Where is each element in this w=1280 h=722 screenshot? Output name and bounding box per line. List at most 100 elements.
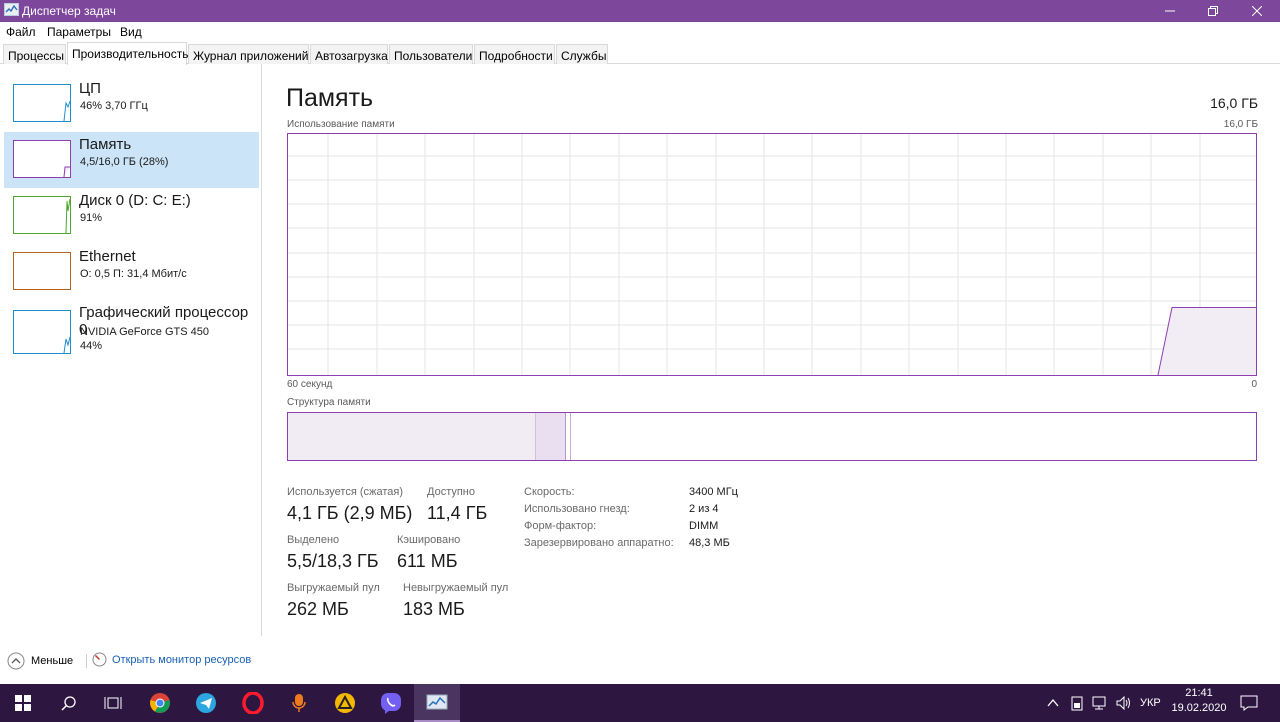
opera-taskbar-button[interactable] [230,684,276,722]
sidebar-item-detail: 91% [80,212,103,224]
fewer-details-label: Меньше [31,655,74,667]
notifications-icon[interactable] [1240,695,1258,711]
composition-in-use [288,413,536,460]
form-factor-value: DIMM [689,520,719,532]
search-button[interactable] [46,684,92,722]
memory-usage-max: 16,0 ГБ [1223,119,1258,130]
usage-area [1158,307,1256,375]
footer-divider [86,654,87,668]
committed-value: 5,5/18,3 ГБ [287,551,379,571]
hardware-reserved-value: 48,3 МБ [689,537,730,549]
sidebar-item-detail: NVIDIA GeForce GTS 450 [80,326,209,338]
tab-app-history[interactable]: Журнал приложений [188,44,309,64]
close-icon [1252,6,1262,16]
sidebar-item-label: Ethernet [79,248,136,265]
memory-usage-chart [288,134,1256,376]
sidebar-item-label: Диск 0 (D: C: E:) [79,192,191,209]
paged-pool-label: Выгружаемый пул [287,582,380,594]
total-memory: 16,0 ГБ [1210,95,1258,111]
tab-details[interactable]: Подробности [474,44,555,64]
menu-file[interactable]: Файл [6,25,36,39]
chevron-up-icon[interactable] [1047,697,1059,709]
task-manager-icon [4,3,19,16]
available-value: 11,4 ГБ [427,503,488,523]
tab-users[interactable]: Пользователи [389,44,473,64]
nonpaged-pool-value: 183 МБ [403,599,465,619]
tab-startup[interactable]: Автозагрузка [310,44,388,64]
volume-icon[interactable] [1116,696,1132,710]
clock-time: 21:41 [1185,687,1213,699]
task-manager-icon [426,694,448,710]
open-resource-monitor-link[interactable]: Открыть монитор ресурсов [92,652,251,667]
slots-value: 2 из 4 [689,503,719,515]
graph-time-right: 0 [1251,379,1257,390]
battery-icon[interactable] [1071,695,1083,711]
cached-label: Кэшировано [397,534,461,546]
resource-sidebar: ЦП 46% 3,70 ГГц Память 4,5/16,0 ГБ (28%)… [0,64,262,636]
committed-label: Выделено [287,534,340,546]
viber-icon [381,693,401,714]
graph-time-left: 60 секунд [287,379,333,390]
tab-services[interactable]: Службы [556,44,608,64]
close-button[interactable] [1234,0,1280,22]
paged-pool-value: 262 МБ [287,599,349,619]
composition-standby [566,413,571,460]
memory-usage-graph [287,133,1257,376]
cached-value: 611 МБ [397,551,458,571]
search-icon [61,696,76,711]
task-view-button[interactable] [90,684,136,722]
viber-taskbar-button[interactable] [368,684,414,722]
in-use-value: 4,1 ГБ (2,9 МБ) [287,503,413,523]
task-manager-taskbar-button[interactable] [414,684,460,722]
taskbar: УКР 21:41 19.02.2020 [0,684,1280,722]
sidebar-item-memory[interactable]: Память 4,5/16,0 ГБ (28%) [4,132,259,188]
windows-logo-icon [15,695,31,711]
chrome-taskbar-button[interactable] [137,684,183,722]
clock[interactable]: 21:41 19.02.2020 [1170,687,1228,714]
app-taskbar-button[interactable] [322,684,368,722]
triangle-app-icon [335,693,355,713]
sidebar-item-detail: О: 0,5 П: 31,4 Мбит/с [80,268,187,280]
tab-processes[interactable]: Процессы [3,44,66,64]
chevron-up-icon [7,652,25,670]
minimize-icon [1165,10,1175,12]
cpu-thumbnail [13,84,71,122]
form-factor-key: Форм-фактор: [524,520,597,532]
menu-view[interactable]: Вид [120,25,142,39]
minimize-button[interactable] [1147,0,1193,22]
title-bar: Диспетчер задач [0,0,1280,22]
available-label: Доступно [427,486,476,498]
memory-composition-bar [287,412,1257,461]
nonpaged-pool-label: Невыгружаемый пул [403,582,509,594]
page-title: Память [286,84,374,112]
sidebar-item-label: ЦП [79,80,101,97]
telegram-taskbar-button[interactable] [183,684,229,722]
start-button[interactable] [0,684,46,722]
restore-icon [1208,6,1218,16]
tab-performance[interactable]: Производительность [67,42,188,65]
hardware-reserved-key: Зарезервировано аппаратно: [524,537,674,549]
slots-key: Использовано гнезд: [524,503,630,515]
memory-thumbnail [13,140,71,178]
memory-usage-label: Использование памяти [287,119,395,130]
restore-button[interactable] [1190,0,1236,22]
menu-bar: Файл Параметры Вид [0,22,1280,42]
network-icon[interactable] [1092,696,1110,710]
sidebar-item-ethernet[interactable]: Ethernet О: 0,5 П: 31,4 Мбит/с [4,244,259,300]
composition-modified [536,413,566,460]
fewer-details-button[interactable]: Меньше [7,652,73,670]
sidebar-item-detail: 46% 3,70 ГГц [80,100,148,112]
input-language[interactable]: УКР [1140,697,1161,709]
speed-key: Скорость: [524,486,575,498]
composition-label: Структура памяти [287,397,371,408]
sidebar-item-cpu[interactable]: ЦП 46% 3,70 ГГц [4,76,259,132]
resource-monitor-icon [92,652,107,667]
sidebar-item-disk[interactable]: Диск 0 (D: C: E:) 91% [4,188,259,244]
in-use-label: Используется (сжатая) [287,486,404,498]
sidebar-item-gpu[interactable]: Графический процессор 0 NVIDIA GeForce G… [4,300,259,362]
tab-strip: Процессы Производительность Журнал прило… [0,42,1280,65]
gpu-thumbnail [13,310,71,354]
menu-options[interactable]: Параметры [47,25,111,39]
microphone-taskbar-button[interactable] [276,684,322,722]
ethernet-thumbnail [13,252,71,290]
